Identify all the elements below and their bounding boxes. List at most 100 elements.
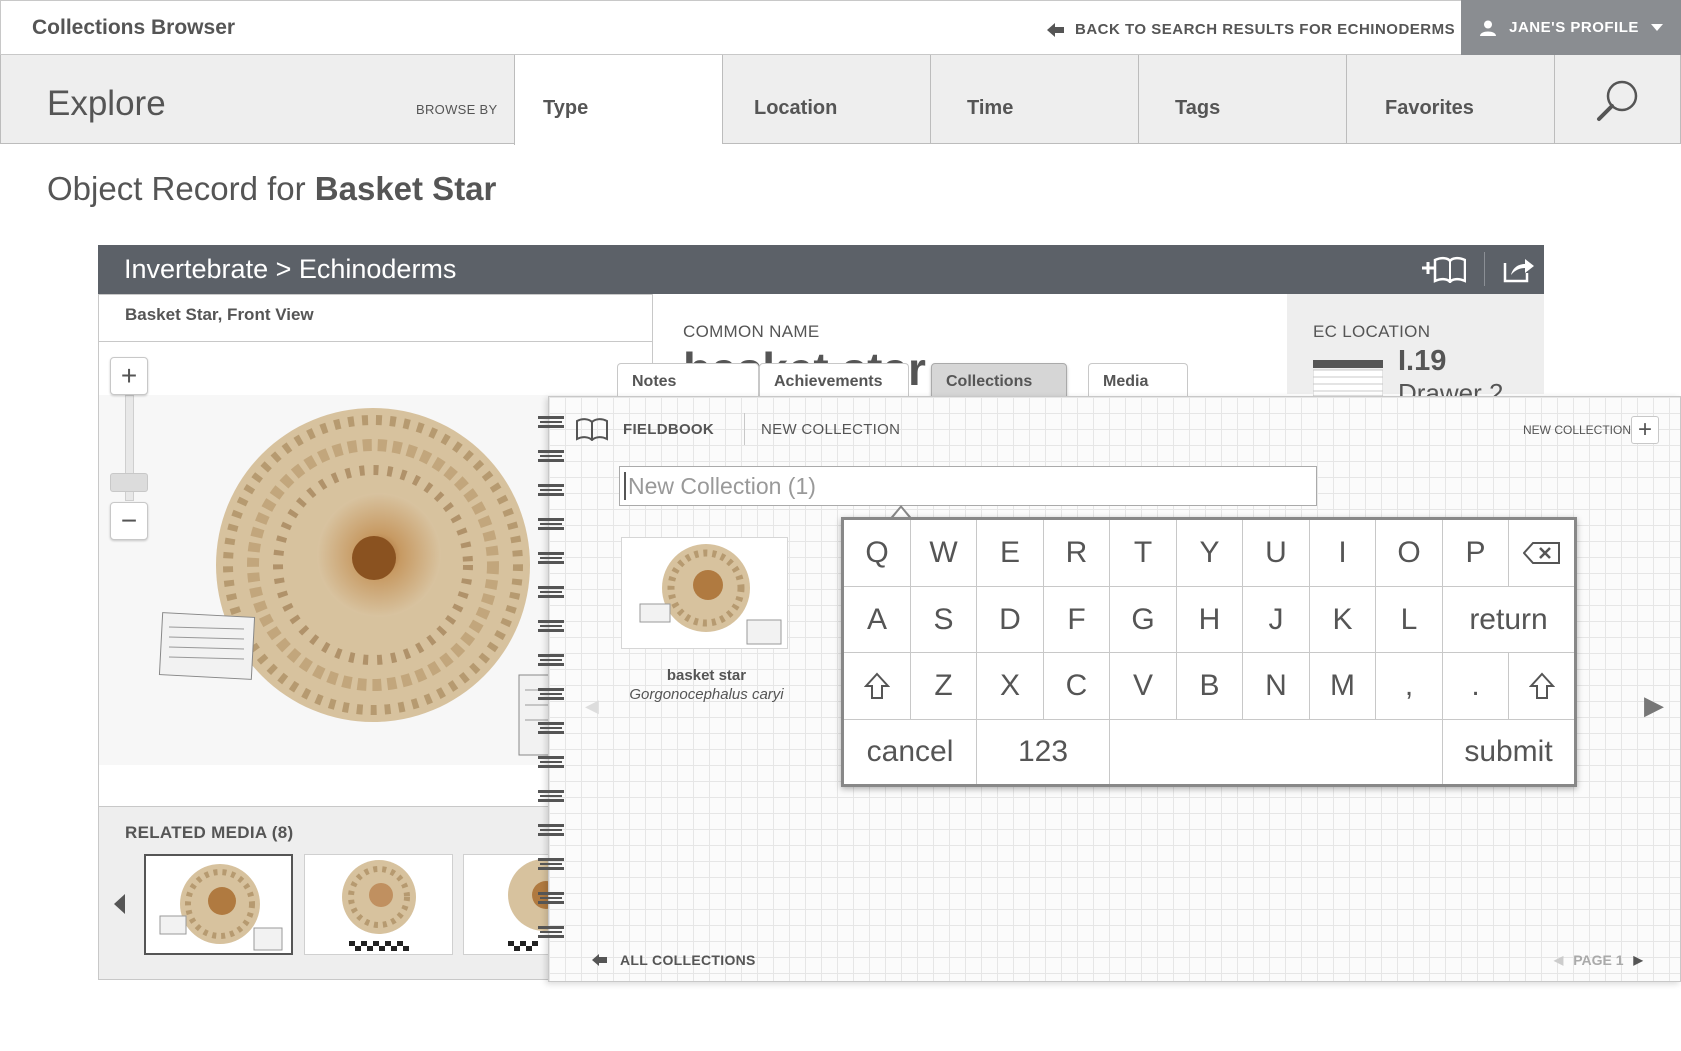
ring bbox=[538, 484, 564, 496]
key-x[interactable]: X bbox=[977, 653, 1044, 720]
key-numbers[interactable]: 123 bbox=[977, 720, 1110, 784]
ring bbox=[538, 892, 564, 904]
key-d[interactable]: D bbox=[977, 587, 1044, 653]
zoom-in-button[interactable]: + bbox=[110, 357, 148, 395]
ring bbox=[538, 926, 564, 938]
fieldbook-prev-arrow[interactable]: ◀ bbox=[585, 696, 599, 717]
page-title-prefix: Object Record for bbox=[47, 170, 306, 207]
key-backspace[interactable] bbox=[1509, 520, 1574, 587]
page-title-object: Basket Star bbox=[314, 170, 497, 207]
key-a[interactable]: A bbox=[844, 587, 911, 653]
subtab-notes[interactable]: Notes bbox=[617, 363, 759, 396]
ring bbox=[538, 790, 564, 802]
back-to-search-link[interactable]: BACK TO SEARCH RESULTS FOR ECHINODERMS bbox=[1047, 21, 1455, 38]
divider bbox=[98, 341, 653, 342]
zoom-out-button[interactable]: − bbox=[110, 502, 148, 540]
header-divider bbox=[1484, 252, 1485, 286]
drawer-icon bbox=[1312, 354, 1384, 397]
ec-location-value: I.19 bbox=[1398, 345, 1447, 377]
caret-left-icon[interactable]: ◀ bbox=[1554, 953, 1563, 967]
key-s[interactable]: S bbox=[911, 587, 977, 653]
key-h[interactable]: H bbox=[1177, 587, 1243, 653]
explore-heading: Explore bbox=[47, 84, 166, 123]
key-submit[interactable]: submit bbox=[1443, 720, 1574, 784]
key-shift-right[interactable] bbox=[1509, 653, 1574, 720]
key-k[interactable]: K bbox=[1310, 587, 1376, 653]
zoom-slider-handle[interactable] bbox=[110, 473, 148, 492]
record-breadcrumb: Invertebrate > Echinoderms bbox=[98, 245, 1544, 294]
shift-icon bbox=[1528, 672, 1555, 699]
key-comma[interactable]: , bbox=[1376, 653, 1443, 720]
caret-left-icon: ◀ bbox=[585, 696, 599, 716]
page-indicator: PAGE 1 bbox=[1573, 952, 1624, 968]
key-u[interactable]: U bbox=[1243, 520, 1310, 587]
key-m[interactable]: M bbox=[1310, 653, 1376, 720]
fieldbook-header: FIELDBOOK NEW COLLECTION bbox=[575, 412, 900, 446]
key-q[interactable]: Q bbox=[844, 520, 911, 587]
ring bbox=[538, 756, 564, 768]
key-w[interactable]: W bbox=[911, 520, 977, 587]
key-shift-left[interactable] bbox=[844, 653, 911, 720]
ring bbox=[538, 416, 564, 428]
image-title: Basket Star, Front View bbox=[125, 305, 314, 324]
key-b[interactable]: B bbox=[1177, 653, 1243, 720]
ring bbox=[538, 450, 564, 462]
ec-location-label: EC LOCATION bbox=[1313, 322, 1431, 341]
search-button[interactable] bbox=[1554, 55, 1681, 144]
profile-menu-button[interactable]: JANE'S PROFILE bbox=[1461, 0, 1681, 55]
new-collection-button[interactable]: + bbox=[1631, 416, 1659, 444]
caret-left-icon bbox=[114, 894, 125, 914]
chevron-down-icon bbox=[1650, 23, 1663, 31]
key-cancel[interactable]: cancel bbox=[844, 720, 977, 784]
common-name-label: COMMON NAME bbox=[683, 322, 820, 341]
key-j[interactable]: J bbox=[1243, 587, 1310, 653]
fieldbook-breadcrumb: NEW COLLECTION bbox=[761, 420, 901, 438]
key-p[interactable]: P bbox=[1443, 520, 1509, 587]
thumb-image bbox=[159, 864, 283, 951]
subtab-media[interactable]: Media bbox=[1088, 363, 1188, 396]
key-e[interactable]: E bbox=[977, 520, 1044, 587]
key-period[interactable]: . bbox=[1443, 653, 1509, 720]
key-z[interactable]: Z bbox=[911, 653, 977, 720]
ring bbox=[538, 654, 564, 666]
tab-time[interactable]: Time bbox=[930, 55, 1138, 144]
key-g[interactable]: G bbox=[1110, 587, 1177, 653]
ring bbox=[538, 858, 564, 870]
key-v[interactable]: V bbox=[1110, 653, 1177, 720]
key-y[interactable]: Y bbox=[1177, 520, 1243, 587]
collection-item-thumb[interactable] bbox=[621, 537, 788, 649]
related-prev-arrow[interactable] bbox=[114, 894, 126, 919]
thumb-image bbox=[342, 860, 416, 951]
share-icon[interactable] bbox=[1503, 255, 1535, 283]
collection-name-input[interactable] bbox=[619, 466, 1317, 506]
fieldbook-label[interactable]: FIELDBOOK bbox=[623, 421, 714, 438]
subtab-achievements[interactable]: Achievements bbox=[759, 363, 909, 396]
related-thumb[interactable] bbox=[304, 854, 453, 955]
book-icon[interactable] bbox=[575, 417, 609, 441]
key-o[interactable]: O bbox=[1376, 520, 1443, 587]
search-icon bbox=[1597, 80, 1638, 121]
key-f[interactable]: F bbox=[1044, 587, 1110, 653]
back-arrow-icon bbox=[592, 954, 607, 966]
key-space[interactable] bbox=[1110, 720, 1443, 784]
key-r[interactable]: R bbox=[1044, 520, 1110, 587]
related-thumb[interactable] bbox=[144, 854, 293, 955]
tab-location[interactable]: Location bbox=[722, 55, 930, 144]
add-to-fieldbook-icon[interactable] bbox=[1420, 255, 1466, 283]
ring bbox=[538, 552, 564, 564]
tab-favorites[interactable]: Favorites bbox=[1346, 55, 1554, 144]
key-n[interactable]: N bbox=[1243, 653, 1310, 720]
backspace-icon bbox=[1522, 542, 1560, 564]
app-title: Collections Browser bbox=[32, 16, 236, 39]
shift-icon bbox=[864, 672, 890, 699]
key-l[interactable]: L bbox=[1376, 587, 1443, 653]
key-return[interactable]: return bbox=[1443, 587, 1574, 653]
fieldbook-next-arrow[interactable]: ▶ bbox=[1644, 690, 1664, 721]
key-t[interactable]: T bbox=[1110, 520, 1177, 587]
tab-tags[interactable]: Tags bbox=[1138, 55, 1346, 144]
key-i[interactable]: I bbox=[1310, 520, 1376, 587]
key-c[interactable]: C bbox=[1044, 653, 1110, 720]
tab-type[interactable]: Type bbox=[514, 55, 722, 145]
caret-right-icon[interactable]: ▶ bbox=[1634, 953, 1643, 967]
all-collections-link[interactable]: ALL COLLECTIONS bbox=[592, 952, 756, 968]
